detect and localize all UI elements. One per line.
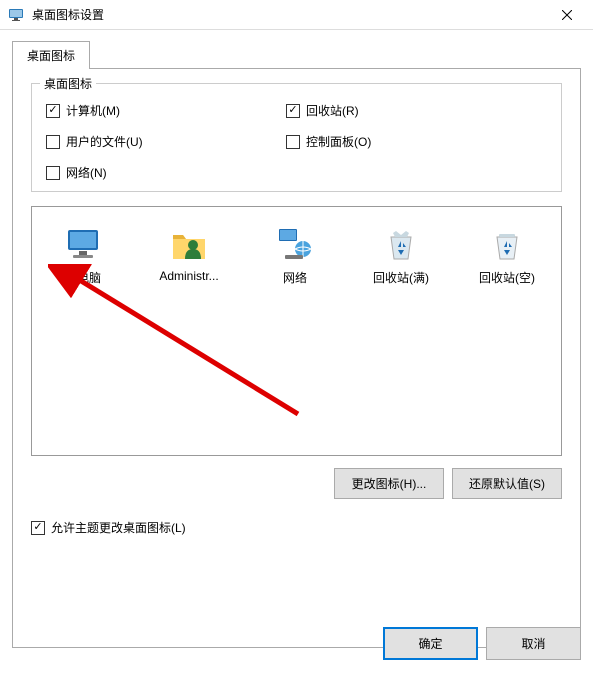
checkbox[interactable] (286, 135, 300, 149)
checkbox-label: 用户的文件(U) (66, 133, 143, 150)
user-folder-icon (169, 225, 209, 265)
check-recycle[interactable]: 回收站(R) (286, 102, 526, 119)
icon-label: 回收站(满) (360, 269, 442, 286)
close-button[interactable] (544, 0, 589, 30)
checkbox[interactable] (46, 104, 60, 118)
icon-network[interactable]: 网络 (254, 225, 336, 286)
icon-label: 此电脑 (42, 269, 124, 286)
checkbox-label: 计算机(M) (66, 102, 120, 119)
icon-label: 回收站(空) (466, 269, 548, 286)
check-computer[interactable]: 计算机(M) (46, 102, 286, 119)
checkbox-label: 允许主题更改桌面图标(L) (51, 519, 186, 536)
checkbox-label: 网络(N) (66, 164, 107, 181)
computer-icon (63, 225, 103, 265)
checkbox[interactable] (31, 521, 45, 535)
tab-desktop-icons[interactable]: 桌面图标 (12, 41, 90, 69)
restore-default-button[interactable]: 还原默认值(S) (452, 468, 562, 499)
icon-this-pc[interactable]: 此电脑 (42, 225, 124, 286)
checkbox-label: 控制面板(O) (306, 133, 371, 150)
titlebar: 桌面图标设置 (0, 0, 593, 30)
checkbox[interactable] (46, 166, 60, 180)
checkbox-grid: 计算机(M) 回收站(R) 用户的文件(U) 控制面板(O) (46, 102, 547, 181)
recycle-full-icon (381, 225, 421, 265)
desktop-icons-group: 桌面图标 计算机(M) 回收站(R) 用户的文件(U) (31, 83, 562, 192)
checkbox[interactable] (286, 104, 300, 118)
tab-panel: 桌面图标 计算机(M) 回收站(R) 用户的文件(U) (12, 68, 581, 648)
check-network[interactable]: 网络(N) (46, 164, 286, 181)
app-icon (8, 7, 24, 23)
group-title: 桌面图标 (40, 75, 96, 92)
icon-user-folder[interactable]: Administr... (148, 225, 230, 283)
checkbox-label: 回收站(R) (306, 102, 359, 119)
allow-theme-check[interactable]: 允许主题更改桌面图标(L) (31, 519, 562, 536)
dialog-footer: 确定 取消 (383, 627, 581, 660)
checkbox[interactable] (46, 135, 60, 149)
settings-window: 桌面图标设置 桌面图标 桌面图标 计算机(M) (0, 0, 593, 674)
network-icon (275, 225, 315, 265)
check-userfiles[interactable]: 用户的文件(U) (46, 133, 286, 150)
icon-buttons-row: 更改图标(H)... 还原默认值(S) (31, 468, 562, 499)
recycle-empty-icon (487, 225, 527, 265)
window-title: 桌面图标设置 (32, 6, 544, 23)
change-icon-button[interactable]: 更改图标(H)... (334, 468, 444, 499)
cancel-button[interactable]: 取消 (486, 627, 581, 660)
tabs: 桌面图标 (12, 40, 581, 68)
ok-button[interactable]: 确定 (383, 627, 478, 660)
icon-recycle-empty[interactable]: 回收站(空) (466, 225, 548, 286)
icon-preview-list[interactable]: 此电脑 Administr... (31, 206, 562, 456)
icon-label: Administr... (148, 269, 230, 283)
content-area: 桌面图标 桌面图标 计算机(M) 回收站(R) 用户的文件(U) (0, 30, 593, 648)
icon-recycle-full[interactable]: 回收站(满) (360, 225, 442, 286)
check-controlpanel[interactable]: 控制面板(O) (286, 133, 526, 150)
icon-label: 网络 (254, 269, 336, 286)
